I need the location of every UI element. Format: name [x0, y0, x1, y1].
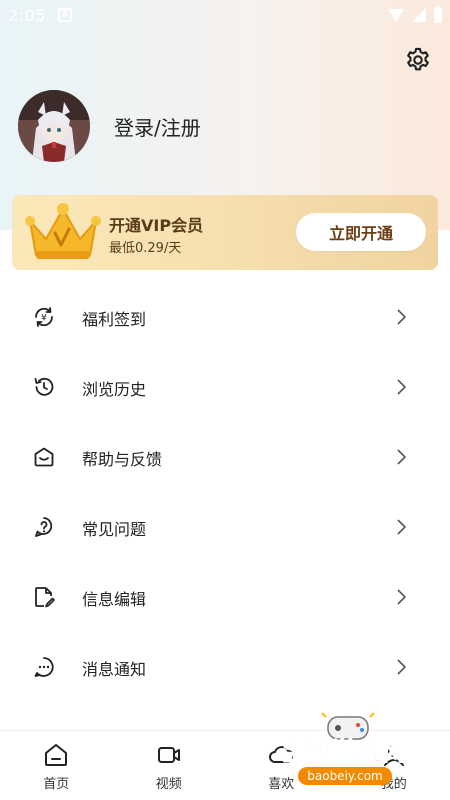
chevron-right-icon	[397, 659, 406, 675]
status-bar: 2:05 A	[0, 0, 450, 30]
chevron-right-icon	[397, 449, 406, 465]
daily-checkin-icon: ¥	[35, 307, 53, 327]
menu-item-history[interactable]: 浏览历史	[0, 352, 450, 422]
vip-banner[interactable]: 开通VIP会员 最低0.29/天 立即开通	[12, 195, 438, 270]
login-register-link[interactable]: 登录/注册	[114, 112, 201, 141]
status-icons	[388, 5, 442, 23]
watermark-title: 宝贝游戏网	[282, 737, 407, 766]
menu-label-faq: 常见问题	[82, 520, 147, 539]
vip-subtitle: 最低0.29/天	[109, 241, 182, 256]
signal-icon	[412, 8, 426, 22]
menu-label-edit-info: 信息编辑	[82, 590, 147, 609]
faq-icon	[35, 517, 53, 537]
vip-title: 开通VIP会员	[109, 216, 204, 235]
nav-item-home[interactable]: 首页	[0, 731, 113, 800]
open-vip-button[interactable]: 立即开通	[296, 213, 426, 251]
notification-icon	[34, 657, 54, 677]
nav-label-home: 首页	[43, 777, 70, 792]
menu-item-notifications[interactable]: 消息通知	[0, 632, 450, 702]
menu-item-faq[interactable]: 常见问题	[0, 492, 450, 562]
notification-a-icon: A	[57, 8, 72, 22]
menu-item-edit-info[interactable]: 信息编辑	[0, 562, 450, 632]
menu-label-feedback: 帮助与反馈	[82, 450, 163, 469]
feedback-icon	[34, 447, 54, 467]
battery-icon	[434, 5, 442, 23]
svg-text:¥: ¥	[41, 314, 47, 324]
menu-item-feedback[interactable]: 帮助与反馈	[0, 422, 450, 492]
avatar-illustration	[18, 90, 90, 162]
chevron-right-icon	[397, 519, 406, 535]
edit-info-icon	[35, 587, 55, 608]
history-icon	[34, 377, 54, 396]
settings-gear-icon[interactable]	[404, 46, 432, 74]
menu-item-daily-checkin[interactable]: ¥ 福利签到	[0, 282, 450, 352]
user-avatar[interactable]	[18, 90, 90, 162]
home-icon	[45, 744, 68, 766]
chevron-right-icon	[397, 589, 406, 605]
wifi-icon	[388, 8, 404, 22]
nav-label-video: 视频	[155, 777, 182, 792]
menu-label-history: 浏览历史	[82, 380, 147, 399]
chevron-right-icon	[397, 309, 406, 325]
watermark-url: baobeiy.com	[307, 769, 382, 783]
crown-icon	[25, 203, 101, 259]
watermark-logo: 宝贝游戏网 baobeiy.com	[282, 712, 408, 785]
nav-item-video[interactable]: 视频	[113, 731, 226, 800]
video-icon	[157, 747, 180, 763]
menu-label-daily-checkin: 福利签到	[82, 310, 147, 329]
menu-list: ¥ 福利签到 浏览历史 帮助与反馈 常见问题 信息编辑 消息通知	[0, 282, 450, 702]
menu-label-notifications: 消息通知	[82, 660, 147, 679]
status-time: 2:05	[8, 5, 46, 25]
chevron-right-icon	[397, 379, 406, 395]
